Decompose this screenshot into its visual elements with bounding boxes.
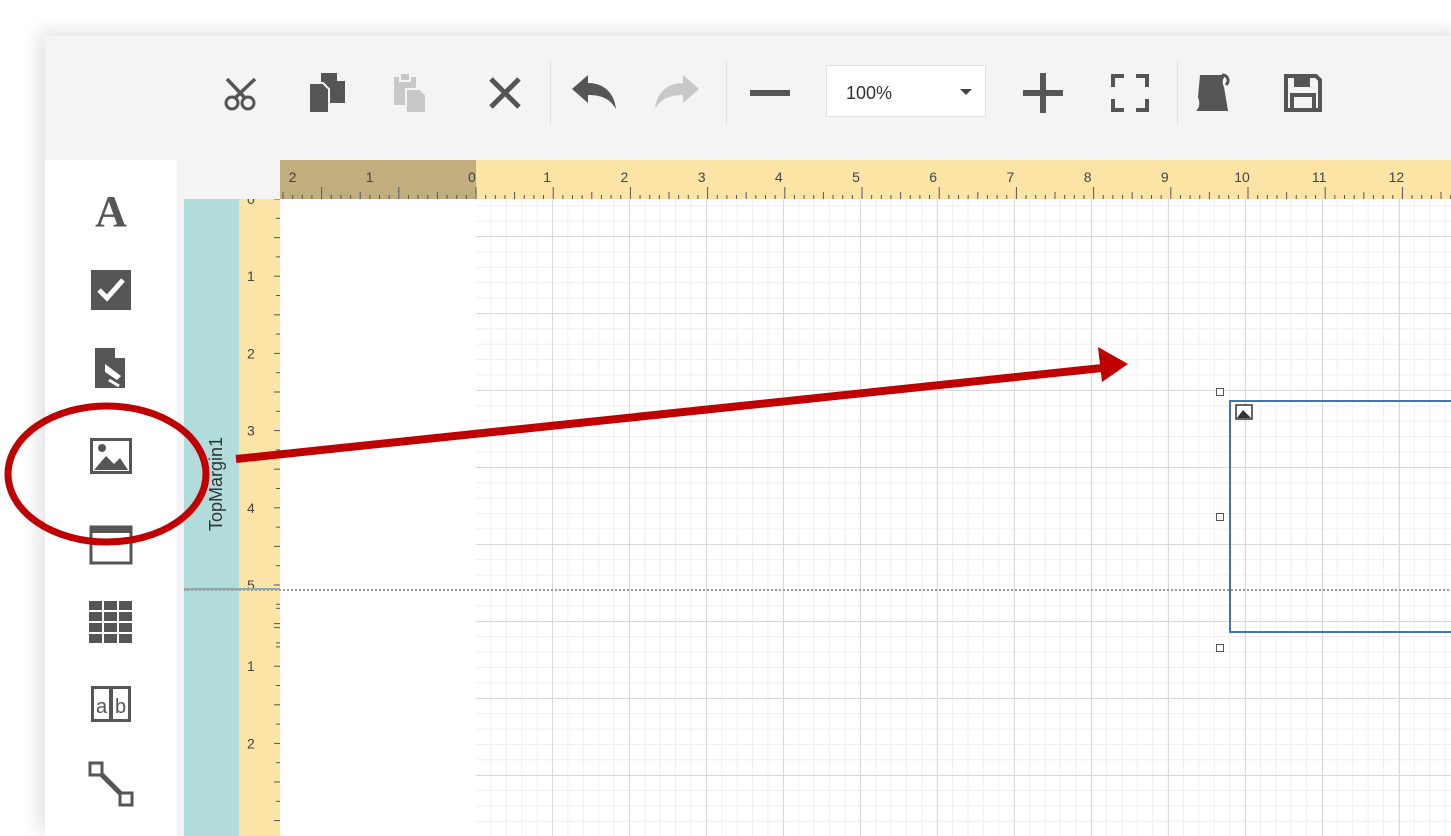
rich-text-icon [95, 348, 125, 388]
undo-button[interactable] [569, 66, 619, 120]
band-label: TopMargin1 [206, 436, 226, 531]
redo-icon [655, 75, 699, 109]
scroll-icon [1196, 73, 1230, 111]
copy-icon [308, 73, 345, 114]
close-icon [489, 77, 521, 109]
ruler-label: 0 [468, 169, 476, 185]
save-button[interactable] [1278, 66, 1328, 120]
resize-handle[interactable] [1216, 644, 1224, 652]
zoom-out-button[interactable] [745, 66, 795, 120]
delete-button[interactable] [480, 66, 530, 120]
vertical-ruler-ticks: 01234512 [247, 199, 280, 822]
chevron-down-icon [960, 89, 972, 95]
save-icon [1284, 74, 1322, 112]
toolbar-separator [550, 60, 551, 126]
toolbox-item-rich-text[interactable] [83, 340, 139, 396]
zoom-in-button[interactable] [1018, 66, 1068, 120]
toolbox-item-label[interactable]: A [83, 182, 139, 238]
toolbox: A a b [45, 160, 177, 836]
horizontal-ruler-ticks: 2 1 0 1 2 3 4 5 6 7 8 9 10 11 12 [282, 169, 1451, 199]
ruler-label: 8 [1084, 169, 1092, 185]
plus-icon [1023, 73, 1063, 113]
ruler-label: 5 [852, 169, 860, 185]
ruler-label: 0 [247, 199, 255, 207]
design-surface[interactable]: TopMargin1 2 1 0 1 2 3 4 5 6 7 8 9 10 11 12 01234512 [177, 160, 1451, 836]
page-margin-area [280, 199, 476, 836]
ruler-label: 2 [247, 735, 255, 751]
toolbox-item-picture-box[interactable] [83, 428, 139, 484]
ruler-label: 7 [1007, 169, 1015, 185]
ruler-label: 12 [1389, 169, 1405, 185]
svg-text:b: b [115, 696, 126, 718]
band-divider-handle[interactable] [184, 588, 279, 590]
ruler-label: 6 [929, 169, 937, 185]
minus-icon [750, 90, 790, 96]
line-icon [88, 761, 134, 807]
toolbar: 100% [45, 36, 1451, 160]
resize-handle[interactable] [1216, 388, 1224, 396]
toolbox-item-checkbox[interactable] [83, 262, 139, 318]
toolbar-separator [726, 60, 727, 126]
ruler-label: 3 [698, 169, 706, 185]
report-designer: 100% A a b TopMargin1 2 1 0 1 2 3 4 5 6 … [45, 36, 1451, 836]
toolbox-item-character-comb[interactable]: a b [83, 676, 139, 732]
fit-page-button[interactable] [1105, 66, 1155, 120]
ruler-label: 10 [1234, 169, 1250, 185]
ruler-label: 3 [247, 423, 255, 439]
picture-icon [90, 438, 132, 474]
toolbar-separator [1177, 60, 1178, 126]
panel-icon [89, 525, 133, 565]
scripts-button[interactable] [1187, 66, 1237, 120]
ruler-label: 1 [366, 169, 374, 185]
svg-text:a: a [96, 696, 108, 718]
ruler-label: 11 [1312, 169, 1327, 185]
ruler-label: 1 [247, 268, 255, 284]
toolbox-item-panel[interactable] [83, 517, 139, 573]
ruler-label: 9 [1161, 169, 1169, 185]
text-a-icon: A [95, 188, 127, 232]
undo-icon [572, 75, 616, 109]
vertical-ruler: 01234512 [239, 199, 280, 836]
ruler-label: 1 [543, 169, 551, 185]
checkbox-icon [91, 270, 131, 310]
zoom-dropdown[interactable]: 100% [826, 65, 986, 117]
resize-handle[interactable] [1216, 513, 1224, 521]
redo-button[interactable] [652, 66, 702, 120]
zoom-value: 100% [846, 83, 893, 103]
ruler-label: 1 [247, 658, 255, 674]
horizontal-ruler: 2 1 0 1 2 3 4 5 6 7 8 9 10 11 12 [280, 160, 1451, 199]
ruler-label: 2 [289, 169, 297, 185]
picture-icon [1235, 404, 1253, 420]
paste-icon [394, 72, 427, 114]
ruler-label: 2 [247, 345, 255, 361]
copy-button[interactable] [302, 66, 352, 120]
band-header-top-margin[interactable]: TopMargin1 [184, 199, 239, 836]
fullscreen-icon [1111, 74, 1149, 112]
ruler-label: 4 [775, 169, 783, 185]
toolbox-item-table[interactable] [83, 595, 139, 651]
scissors-icon [224, 77, 257, 111]
toolbox-item-line[interactable] [83, 756, 139, 812]
paste-button[interactable] [385, 66, 435, 120]
character-comb-icon: a b [91, 686, 131, 722]
picture-box-control[interactable] [1229, 400, 1451, 633]
svg-text:A: A [95, 188, 127, 232]
ruler-label: 2 [621, 169, 629, 185]
ruler-label: 4 [247, 500, 255, 516]
cut-button[interactable] [217, 66, 267, 120]
table-icon [89, 601, 132, 643]
